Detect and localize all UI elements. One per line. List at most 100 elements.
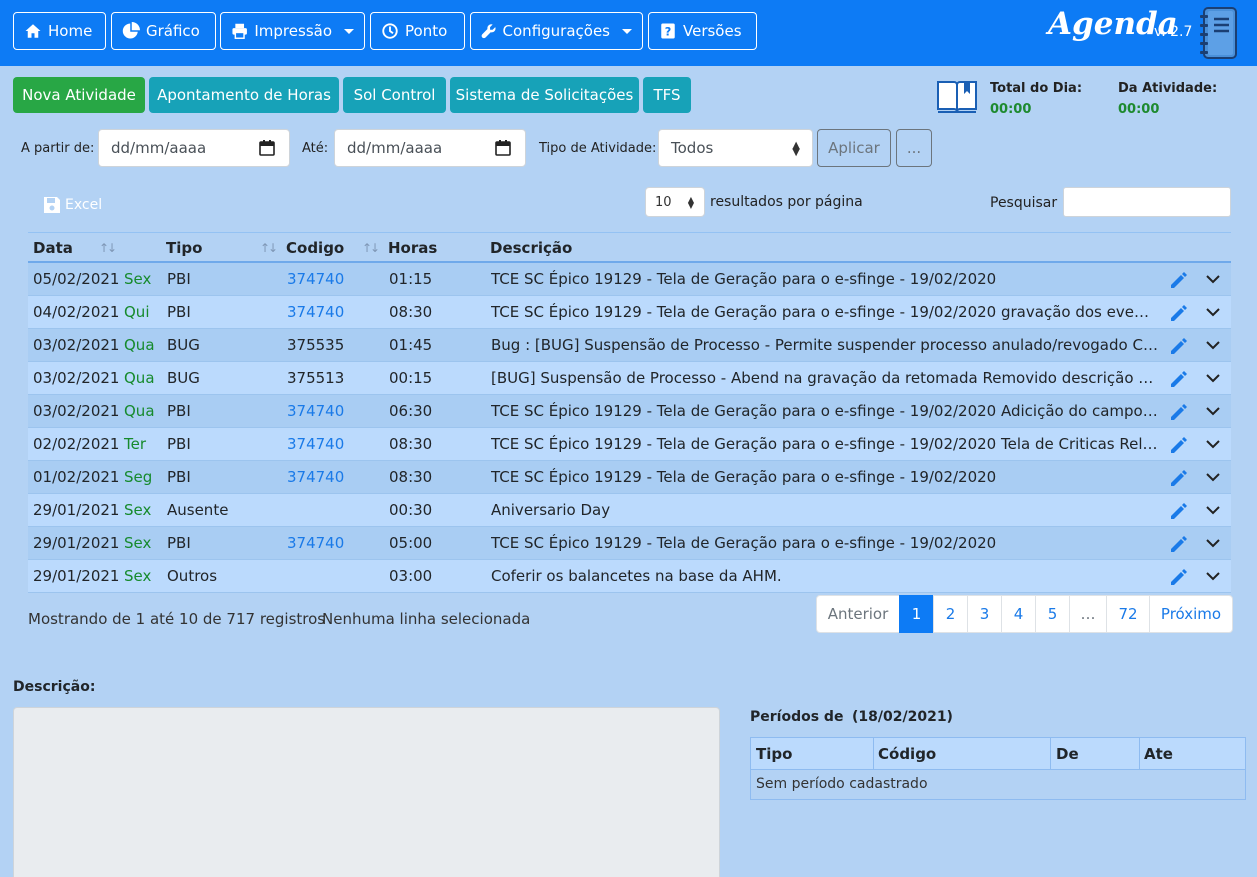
row-descricao: [BUG] Suspensão de Processo - Abend na g… (491, 369, 1158, 387)
col-horas-header[interactable]: Horas (388, 239, 437, 257)
edit-pencil-icon[interactable] (1169, 270, 1189, 290)
chevron-down-icon[interactable] (1206, 340, 1220, 350)
sort-icon[interactable]: ↑↓ (260, 241, 278, 255)
row-tipo: PBI (167, 270, 191, 288)
page-length-select[interactable]: 10 ▲ ▼ (645, 187, 705, 217)
chevron-down-icon[interactable] (1206, 439, 1220, 449)
row-horas: 08:30 (389, 468, 433, 486)
nav-grafico-button[interactable]: Gráfico (111, 12, 216, 50)
col-descricao-header[interactable]: Descrição (490, 239, 572, 257)
apontamento-horas-button[interactable]: Apontamento de Horas (149, 77, 339, 113)
calendar-icon[interactable] (259, 140, 275, 156)
ate-date-input[interactable]: dd/mm/aaaa (334, 129, 526, 167)
table-row[interactable]: 03/02/2021 Qua BUG 375513 00:15 [BUG] Suspens… (28, 362, 1231, 395)
table-row[interactable]: 01/02/2021 Seg PBI 374740 08:30 TCE SC Épico … (28, 461, 1231, 494)
pagination-page[interactable]: 2 (933, 595, 968, 633)
edit-pencil-icon[interactable] (1169, 402, 1189, 422)
row-horas: 03:00 (389, 567, 433, 585)
table-row[interactable]: 05/02/2021 Sex PBI 374740 01:15 TCE SC Épico … (28, 263, 1231, 296)
pagination-page[interactable]: 72 (1106, 595, 1150, 633)
nav-home-button[interactable]: Home (13, 12, 106, 50)
table-row[interactable]: 03/02/2021 Qua PBI 374740 06:30 TCE SC Épico … (28, 395, 1231, 428)
row-codigo: 375535 (287, 336, 345, 354)
table-row[interactable]: 04/02/2021 Qui PBI 374740 08:30 TCE SC Épico … (28, 296, 1231, 329)
row-tipo: Ausente (167, 501, 229, 519)
table-row[interactable]: 29/01/2021 Sex Outros 03:00 Coferir os balan… (28, 560, 1231, 593)
pagination-proximo[interactable]: Próximo (1149, 595, 1233, 633)
edit-pencil-icon[interactable] (1169, 567, 1189, 587)
sistema-solicitacoes-button[interactable]: Sistema de Solicitações (450, 77, 639, 113)
col-codigo-header[interactable]: Codigo (286, 239, 344, 257)
row-horas: 00:15 (389, 369, 433, 387)
table-header: Data ↑↓ Tipo ↑↓ Codigo ↑↓ Horas Descriçã… (28, 232, 1231, 263)
more-filters-button[interactable]: ... (896, 129, 932, 167)
row-weekday: Qua (124, 369, 155, 387)
row-descricao: Bug : [BUG] Suspensão de Processo - Perm… (491, 336, 1158, 354)
row-tipo: PBI (167, 468, 191, 486)
calendar-icon[interactable] (495, 140, 511, 156)
tipo-atividade-select[interactable]: Todos ▲ ▼ (658, 129, 813, 167)
chevron-down-icon[interactable] (1206, 406, 1220, 416)
a-partir-date-input[interactable]: dd/mm/aaaa (98, 129, 290, 167)
chevron-down-icon[interactable] (1206, 505, 1220, 515)
edit-pencil-icon[interactable] (1169, 435, 1189, 455)
chevron-down-icon[interactable] (1206, 472, 1220, 482)
row-data: 03/02/2021 (33, 402, 120, 420)
row-descricao: TCE SC Épico 19129 - Tela de Geração par… (491, 402, 1158, 420)
table-info: Mostrando de 1 até 10 de 717 registros (28, 610, 326, 628)
sol-control-button[interactable]: Sol Control (343, 77, 446, 113)
row-codigo[interactable]: 374740 (287, 534, 344, 552)
aplicar-button[interactable]: Aplicar (817, 129, 891, 167)
table-row[interactable]: 29/01/2021 Sex PBI 374740 05:00 TCE SC Épico … (28, 527, 1231, 560)
nav-ponto-button[interactable]: Ponto (370, 12, 465, 50)
excel-export-button[interactable]: Excel (43, 196, 102, 214)
sort-icon[interactable]: ↑↓ (99, 241, 117, 255)
table-row[interactable]: 03/02/2021 Qua BUG 375535 01:45 Bug : [BUG] S… (28, 329, 1231, 362)
row-descricao: Coferir os balancetes na base da AHM. (491, 567, 782, 585)
row-horas: 06:30 (389, 402, 433, 420)
row-data: 02/02/2021 (33, 435, 120, 453)
edit-pencil-icon[interactable] (1169, 336, 1189, 356)
excel-label: Excel (65, 197, 103, 213)
row-codigo[interactable]: 374740 (287, 270, 344, 288)
chevron-down-icon[interactable] (1206, 307, 1220, 317)
chevron-down-icon[interactable] (1206, 373, 1220, 383)
chevron-down-icon[interactable] (1206, 538, 1220, 548)
col-data-header[interactable]: Data (33, 239, 73, 257)
periodos-col-codigo: Código (878, 745, 937, 763)
pagination-page[interactable]: 5 (1035, 595, 1070, 633)
edit-pencil-icon[interactable] (1169, 303, 1189, 323)
table-row[interactable]: 29/01/2021 Sex Ausente 00:30 Aniversario Day (28, 494, 1231, 527)
column-divider (1139, 738, 1140, 769)
chevron-down-icon[interactable] (1206, 571, 1220, 581)
pagination-page[interactable]: 3 (967, 595, 1002, 633)
chevron-down-icon[interactable] (1206, 274, 1220, 284)
descricao-textarea[interactable] (13, 707, 720, 877)
row-weekday: Ter (124, 435, 147, 453)
nav-home-label: Home (48, 22, 93, 40)
nav-versoes-button[interactable]: ? Versões (648, 12, 757, 50)
row-codigo[interactable]: 374740 (287, 435, 344, 453)
pagination-anterior[interactable]: Anterior (816, 595, 900, 633)
nav-impressao-button[interactable]: Impressão (220, 12, 365, 50)
column-divider (1050, 738, 1051, 769)
table-row[interactable]: 02/02/2021 Ter PBI 374740 08:30 TCE SC Épico … (28, 428, 1231, 461)
pagination-page[interactable]: 1 (899, 595, 934, 633)
edit-pencil-icon[interactable] (1169, 501, 1189, 521)
col-tipo-header[interactable]: Tipo (166, 239, 202, 257)
row-codigo[interactable]: 374740 (287, 303, 344, 321)
pagination-page[interactable]: 4 (1001, 595, 1036, 633)
edit-pencil-icon[interactable] (1169, 468, 1189, 488)
row-codigo[interactable]: 374740 (287, 468, 344, 486)
row-data: 03/02/2021 (33, 369, 120, 387)
nova-atividade-button[interactable]: Nova Atividade (13, 77, 145, 113)
row-weekday: Sex (124, 567, 152, 585)
row-codigo[interactable]: 374740 (287, 402, 344, 420)
edit-pencil-icon[interactable] (1169, 369, 1189, 389)
column-divider (873, 738, 874, 769)
search-input[interactable] (1063, 187, 1231, 217)
sort-icon[interactable]: ↑↓ (362, 241, 380, 255)
edit-pencil-icon[interactable] (1169, 534, 1189, 554)
nav-configuracoes-button[interactable]: Configurações (470, 12, 643, 50)
tfs-button[interactable]: TFS (643, 77, 691, 113)
